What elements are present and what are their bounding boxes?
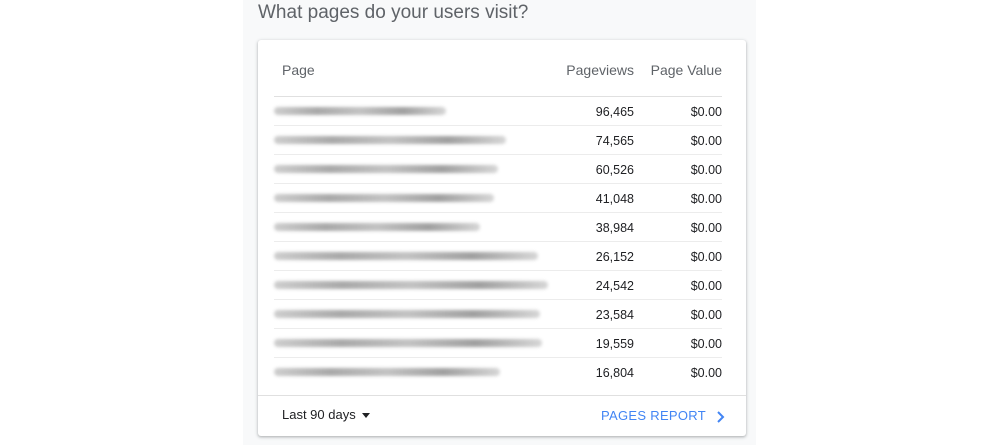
page-value: $0.00 (690, 308, 722, 322)
redacted-page-path (274, 136, 506, 144)
pageviews-value: 96,465 (595, 105, 634, 119)
redacted-page-path (274, 281, 548, 289)
column-header-page: Page (282, 62, 315, 78)
redacted-page-path (274, 339, 542, 347)
pages-card: Page Pageviews Page Value 96,465 $0.00 7… (258, 40, 746, 436)
table-row: 96,465 $0.00 (274, 97, 722, 126)
redacted-page-path (274, 223, 480, 231)
chevron-right-icon (717, 410, 725, 423)
caret-down-icon (361, 413, 370, 419)
redacted-page-path (274, 194, 494, 202)
page-value: $0.00 (690, 163, 722, 177)
table-row: 19,559 $0.00 (274, 329, 722, 358)
table-row: 26,152 $0.00 (274, 242, 722, 271)
pageviews-value: 60,526 (595, 163, 634, 177)
page-value: $0.00 (690, 192, 722, 206)
table-row: 41,048 $0.00 (274, 184, 722, 213)
table-row: 60,526 $0.00 (274, 155, 722, 184)
pageviews-value: 74,565 (595, 134, 634, 148)
pageviews-value: 23,584 (595, 308, 634, 322)
pages-report-link[interactable]: PAGES REPORT (601, 408, 726, 423)
column-header-page-value: Page Value (650, 62, 722, 78)
pageviews-value: 41,048 (595, 192, 634, 206)
column-header-pageviews: Pageviews (566, 62, 634, 78)
section-heading: What pages do your users visit? (258, 2, 529, 23)
redacted-page-path (274, 252, 538, 260)
table-body: 96,465 $0.00 74,565 $0.00 60,526 $0.00 4… (274, 97, 722, 386)
date-range-label: Last 90 days (282, 407, 356, 422)
pageviews-value: 26,152 (595, 250, 634, 264)
pageviews-value: 16,804 (595, 366, 634, 380)
page-value: $0.00 (690, 366, 722, 380)
page-value: $0.00 (690, 279, 722, 293)
table-row: 24,542 $0.00 (274, 271, 722, 300)
card-footer: Last 90 days PAGES REPORT (258, 395, 746, 436)
redacted-page-path (274, 368, 500, 376)
table-header: Page Pageviews Page Value (274, 40, 722, 97)
redacted-page-path (274, 165, 498, 173)
pages-report-label: PAGES REPORT (601, 408, 706, 423)
date-range-dropdown[interactable]: Last 90 days (282, 407, 370, 422)
pageviews-value: 38,984 (595, 221, 634, 235)
pageviews-value: 24,542 (595, 279, 634, 293)
table-row: 38,984 $0.00 (274, 213, 722, 242)
page-value: $0.00 (690, 134, 722, 148)
page-value: $0.00 (690, 250, 722, 264)
redacted-page-path (274, 107, 446, 115)
page-value: $0.00 (690, 105, 722, 119)
table-row: 74,565 $0.00 (274, 126, 722, 155)
table-row: 16,804 $0.00 (274, 358, 722, 386)
redacted-page-path (274, 310, 540, 318)
pageviews-value: 19,559 (595, 337, 634, 351)
page-value: $0.00 (690, 337, 722, 351)
table-row: 23,584 $0.00 (274, 300, 722, 329)
page-value: $0.00 (690, 221, 722, 235)
